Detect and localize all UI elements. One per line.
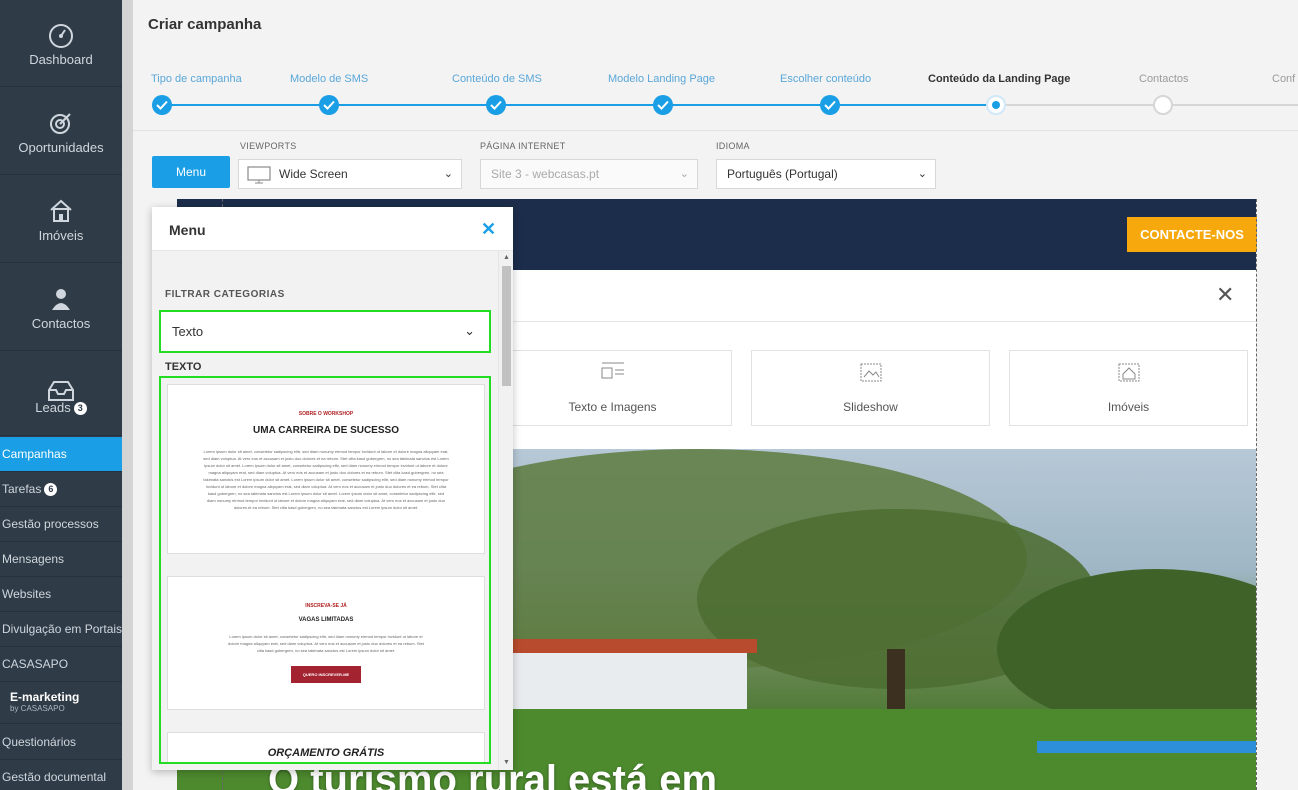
scroll-up-arrow-icon[interactable]: ▲ (499, 251, 514, 265)
monitor-icon (247, 166, 271, 194)
menu-panel: Menu ✕ FILTRAR CATEGORIAS Texto ⌄ TEXTO … (152, 207, 513, 770)
step-label-escolher-conteudo[interactable]: Escolher conteúdo (780, 73, 871, 85)
stepper-progress-line (162, 104, 996, 106)
category-filter-select[interactable]: Texto ⌄ (159, 310, 491, 353)
viewports-label: VIEWPORTS (240, 141, 297, 151)
step-done-check-icon[interactable] (152, 95, 172, 115)
leads-count-badge: 3 (73, 402, 87, 416)
step-label-tipo-campanha[interactable]: Tipo de campanha (151, 73, 242, 85)
menu-panel-title: Menu (169, 222, 206, 238)
page-title: Criar campanha (148, 16, 262, 33)
sidebar-item-websites[interactable]: Websites (0, 577, 122, 612)
idioma-select[interactable]: Português (Portugal) ⌄ (716, 159, 936, 189)
sidebar-item-dashboard[interactable]: Dashboard (0, 0, 122, 87)
sidebar-item-questionarios[interactable]: Questionários (0, 725, 122, 760)
house-icon (0, 198, 122, 224)
block-imoveis[interactable]: Imóveis (1009, 350, 1248, 426)
template-card[interactable]: ORÇAMENTO GRÁTIS (167, 732, 485, 762)
pagina-internet-select[interactable]: Site 3 - webcasas.pt ⌄ (480, 159, 698, 189)
sidebar-item-gestao-processos[interactable]: Gestão processos (0, 507, 122, 542)
sidebar-item-label: Dashboard (29, 52, 93, 67)
scroll-down-arrow-icon[interactable]: ▼ (499, 756, 514, 770)
idioma-label: IDIOMA (716, 141, 750, 151)
chevron-down-icon: ⌄ (443, 168, 453, 180)
sidebar-item-imoveis[interactable]: Imóveis (0, 176, 122, 263)
step-label-contactos: Contactos (1139, 73, 1189, 85)
panel-scrollbar[interactable]: ▲ ▼ (498, 251, 513, 770)
template-card[interactable]: INSCREVA-SE JÁ VAGAS LIMITADAS Lorem ips… (167, 576, 485, 710)
sidebar-item-tarefas[interactable]: Tarefas 6 (0, 472, 122, 507)
step-done-check-icon[interactable] (820, 95, 840, 115)
step-future-dot-icon (1153, 95, 1173, 115)
sidebar: Dashboard Oportunidades Imóveis Contacto… (0, 0, 122, 790)
contacte-nos-button[interactable]: CONTACTE-NOS (1127, 217, 1257, 252)
header-divider (133, 130, 1298, 131)
template-cta-button: QUERO INSCREVER-ME (290, 666, 362, 683)
sidebar-item-casasapo[interactable]: CASASAPO (0, 647, 122, 682)
step-done-check-icon[interactable] (653, 95, 673, 115)
sidebar-item-emarketing[interactable]: E-marketing by CASASAPO (0, 682, 122, 724)
sidebar-item-oportunidades[interactable]: Oportunidades (0, 88, 122, 175)
step-label-conteudo-sms[interactable]: Conteúdo de SMS (452, 73, 542, 85)
sidebar-item-label: Contactos (31, 316, 91, 331)
sidebar-item-divulgacao-portais[interactable]: Divulgação em Portais (0, 612, 122, 647)
slideshow-icon (752, 361, 989, 385)
tarefas-count-badge: 6 (44, 483, 58, 497)
sidebar-item-contactos[interactable]: Contactos (0, 264, 122, 351)
scroll-thumb[interactable] (502, 266, 511, 386)
viewport-guide-right (1256, 199, 1257, 790)
sidebar-edge (122, 0, 133, 790)
property-icon (1010, 361, 1247, 385)
step-current-dot-icon (986, 95, 1006, 115)
viewport-select[interactable]: Wide Screen ⌄ (238, 159, 462, 189)
sidebar-item-label: Imóveis (38, 228, 84, 243)
sidebar-item-mensagens[interactable]: Mensagens (0, 542, 122, 577)
chevron-down-icon: ⌄ (464, 323, 475, 338)
filter-categories-label: FILTRAR CATEGORIAS (165, 289, 285, 300)
speedometer-icon (0, 22, 122, 48)
step-label-modelo-sms[interactable]: Modelo de SMS (290, 73, 368, 85)
pagina-internet-label: PÁGINA INTERNET (480, 141, 566, 151)
block-slideshow[interactable]: Slideshow (751, 350, 990, 426)
step-label-conf: Conf (1272, 73, 1296, 85)
sidebar-item-leads[interactable]: Leads 3 (0, 352, 122, 436)
step-label-modelo-landing[interactable]: Modelo Landing Page (608, 73, 715, 85)
sidebar-item-label: Oportunidades (18, 140, 104, 155)
block-texto-imagens[interactable]: Texto e Imagens (493, 350, 732, 426)
template-card[interactable]: SOBRE O WORKSHOP UMA CARREIRA DE SUCESSO… (167, 384, 485, 554)
template-list: SOBRE O WORKSHOP UMA CARREIRA DE SUCESSO… (159, 376, 491, 764)
sidebar-item-label: Leads 3 (0, 400, 122, 416)
menu-panel-header: Menu ✕ (152, 207, 513, 251)
person-icon (0, 286, 122, 312)
menu-panel-body: FILTRAR CATEGORIAS Texto ⌄ TEXTO SOBRE O… (152, 251, 498, 770)
close-icon[interactable]: ✕ (481, 220, 496, 238)
step-done-check-icon[interactable] (486, 95, 506, 115)
menu-button[interactable]: Menu (152, 156, 230, 188)
step-done-check-icon[interactable] (319, 95, 339, 115)
chevron-down-icon: ⌄ (679, 168, 689, 180)
section-label-texto: TEXTO (165, 361, 202, 373)
target-icon (0, 110, 122, 136)
chevron-down-icon: ⌄ (917, 168, 927, 180)
step-label-conteudo-landing: Conteúdo da Landing Page (928, 73, 1071, 85)
close-icon[interactable]: ✕ (1216, 284, 1234, 306)
sidebar-item-gestao-documental[interactable]: Gestão documental (0, 760, 122, 790)
stepper-remaining-line (996, 104, 1298, 106)
text-image-icon (494, 361, 731, 383)
sidebar-item-campanhas[interactable]: Campanhas (0, 437, 122, 472)
